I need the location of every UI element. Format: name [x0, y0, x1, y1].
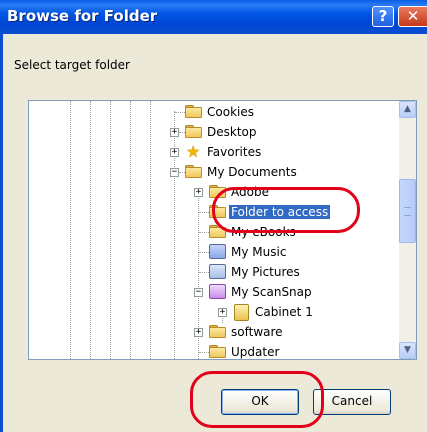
- tree-connector: [199, 252, 209, 253]
- tree-item-cabinet-1[interactable]: + Cabinet 1: [29, 303, 399, 323]
- expand-icon[interactable]: +: [170, 128, 179, 137]
- browse-for-folder-dialog: Browse for Folder ? ✕ Select target fold…: [0, 0, 427, 432]
- tree-item-updater[interactable]: Updater: [29, 343, 399, 359]
- tree-item-label: Cabinet 1: [255, 305, 313, 319]
- folder-icon: [209, 325, 226, 338]
- expand-icon[interactable]: +: [194, 328, 203, 337]
- tree-item-label: software: [231, 325, 283, 339]
- tree-item-label: My Documents: [207, 165, 297, 179]
- close-button[interactable]: ✕: [398, 6, 427, 27]
- folder-icon: [209, 185, 226, 198]
- tree-item-label: Desktop: [207, 125, 257, 139]
- tree-item-label: My ScanSnap: [231, 285, 312, 299]
- chevron-down-icon: ▼: [404, 345, 411, 355]
- tree-item-favorites[interactable]: + ★ Favorites: [29, 143, 399, 163]
- tree-item-software[interactable]: + software: [29, 323, 399, 343]
- favorites-star-icon: ★: [186, 142, 201, 161]
- tree-connector: [199, 212, 209, 213]
- tree-item-label: My Pictures: [231, 265, 300, 279]
- folder-icon: [209, 225, 226, 238]
- title-bar[interactable]: Browse for Folder ? ✕: [0, 0, 427, 34]
- folder-icon: [185, 105, 202, 118]
- tree-item-label: Updater: [231, 345, 280, 359]
- tree-item-label: My eBooks: [231, 225, 296, 239]
- instruction-label: Select target folder: [14, 58, 130, 72]
- expand-icon[interactable]: +: [218, 308, 227, 317]
- tree-item-folder-to-access[interactable]: Folder to access: [29, 203, 399, 223]
- tree-item-adobe[interactable]: + Adobe: [29, 183, 399, 203]
- vertical-scrollbar[interactable]: ▲ ▼: [399, 101, 416, 359]
- folder-icon: [185, 165, 202, 178]
- grip-icon: [404, 207, 411, 216]
- tree-item-my-music[interactable]: My Music: [29, 243, 399, 263]
- tree-item-label: My Music: [231, 245, 287, 259]
- scroll-down-button[interactable]: ▼: [399, 342, 416, 359]
- scansnap-folder-icon: [209, 284, 226, 299]
- window-frame-left: [0, 34, 3, 432]
- cabinet-icon: [234, 304, 249, 321]
- folder-icon: [209, 205, 226, 218]
- tree-item-label: Adobe: [231, 185, 269, 199]
- tree-item-desktop[interactable]: + Desktop: [29, 123, 399, 143]
- help-icon: ?: [378, 7, 388, 25]
- folder-icon: [209, 345, 226, 358]
- collapse-icon[interactable]: −: [170, 168, 179, 177]
- music-folder-icon: [209, 244, 226, 259]
- expand-icon[interactable]: +: [194, 188, 203, 197]
- pictures-folder-icon: [209, 264, 226, 279]
- tree-item-label: Cookies: [207, 105, 254, 119]
- tree-connector: [199, 232, 209, 233]
- folder-icon: [185, 125, 202, 138]
- tree-item-my-ebooks[interactable]: My eBooks: [29, 223, 399, 243]
- ok-button[interactable]: OK: [221, 389, 299, 415]
- chevron-up-icon: ▲: [404, 104, 411, 114]
- collapse-icon[interactable]: −: [194, 288, 203, 297]
- folder-tree[interactable]: Cookies + Desktop + ★ Favorites − My Doc…: [28, 100, 417, 360]
- tree-item-my-documents[interactable]: − My Documents: [29, 163, 399, 183]
- close-icon: ✕: [406, 7, 420, 25]
- tree-item-cookies[interactable]: Cookies: [29, 103, 399, 123]
- cancel-button[interactable]: Cancel: [313, 389, 391, 415]
- window-title: Browse for Folder: [7, 7, 158, 25]
- tree-item-my-pictures[interactable]: My Pictures: [29, 263, 399, 283]
- tree-connector: [175, 112, 185, 113]
- tree-item-label: Favorites: [207, 145, 262, 159]
- scroll-up-button[interactable]: ▲: [399, 101, 416, 118]
- tree-connector: [199, 272, 209, 273]
- scrollbar-thumb[interactable]: [399, 179, 416, 243]
- expand-icon[interactable]: +: [170, 148, 179, 157]
- tree-item-label-selected: Folder to access: [229, 205, 331, 219]
- tree-item-my-scansnap[interactable]: − My ScanSnap: [29, 283, 399, 303]
- help-button[interactable]: ?: [372, 6, 394, 27]
- tree-connector: [199, 352, 209, 353]
